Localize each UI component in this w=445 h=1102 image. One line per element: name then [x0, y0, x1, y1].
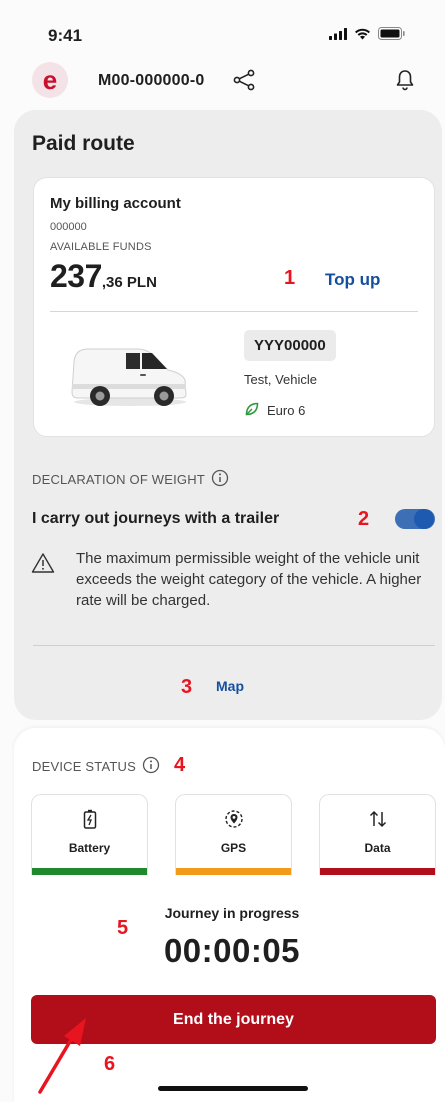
paid-route-card: Paid route My billing account 000000 AVA…: [14, 110, 442, 720]
page-title: Paid route: [32, 132, 135, 155]
billing-account-card: My billing account 000000 AVAILABLE FUND…: [33, 177, 435, 437]
info-icon[interactable]: [142, 756, 160, 777]
home-indicator[interactable]: [158, 1086, 308, 1091]
billing-title: My billing account: [50, 195, 181, 212]
emission-label: Euro 6: [267, 403, 306, 418]
data-status-bar: [320, 868, 435, 875]
annotation-2: 2: [358, 508, 370, 530]
battery-icon: [378, 27, 405, 45]
toggle-knob: [414, 509, 434, 529]
phone-screen: 9:41 e M00-000000-0 Paid route My billin…: [0, 0, 445, 1102]
annotation-1: 1: [284, 267, 296, 289]
billing-number: 000000: [50, 221, 87, 233]
gps-status-tile[interactable]: GPS: [175, 794, 292, 875]
info-icon[interactable]: [211, 469, 229, 490]
battery-label: Battery: [68, 841, 111, 855]
logo-glyph: e: [42, 65, 58, 95]
top-up-link[interactable]: Top up: [325, 270, 380, 290]
battery-charging-icon: [32, 809, 147, 829]
device-status-label: DEVICE STATUS: [32, 756, 160, 777]
data-transfer-icon: [320, 809, 435, 829]
signal-icon: [329, 27, 347, 45]
bell-icon[interactable]: [395, 69, 415, 96]
vehicle-name: Test, Vehicle: [244, 372, 317, 387]
app-header: e M00-000000-0: [0, 58, 445, 110]
available-funds: 237,36 PLN: [50, 258, 157, 295]
journey-timer: 00:00:05: [163, 932, 301, 969]
gps-icon: [176, 809, 291, 829]
status-bar: 9:41: [0, 0, 445, 58]
funds-whole: 237: [50, 258, 102, 294]
map-link[interactable]: Map: [216, 678, 244, 694]
annotation-5: 5: [117, 917, 129, 939]
gps-status-bar: [176, 868, 291, 875]
app-logo[interactable]: e: [32, 62, 68, 98]
share-icon[interactable]: [232, 69, 256, 96]
leaf-icon: [244, 401, 260, 420]
emission-class: Euro 6: [244, 401, 305, 420]
funds-label: AVAILABLE FUNDS: [50, 241, 152, 253]
data-label: Data: [364, 841, 391, 855]
trailer-toggle[interactable]: [395, 509, 435, 529]
battery-status-bar: [32, 868, 147, 875]
weight-warning: The maximum permissible weight of the ve…: [76, 550, 422, 609]
funds-rest: ,36 PLN: [101, 274, 157, 291]
declaration-label: DECLARATION OF WEIGHT: [32, 469, 229, 490]
trailer-label: I carry out journeys with a trailer: [32, 510, 280, 527]
annotation-4: 4: [174, 754, 186, 776]
battery-status-tile[interactable]: Battery: [31, 794, 148, 875]
divider: [50, 311, 418, 312]
annotation-arrow-icon: [36, 1016, 96, 1099]
data-status-tile[interactable]: Data: [319, 794, 436, 875]
annotation-6: 6: [104, 1053, 116, 1075]
license-plate: YYY00000: [244, 330, 336, 361]
wifi-icon: [354, 27, 371, 45]
gps-label: GPS: [220, 841, 247, 855]
annotation-3: 3: [181, 676, 193, 698]
status-time: 9:41: [48, 26, 83, 45]
warning-icon: [31, 552, 55, 579]
divider: [33, 645, 435, 646]
van-image: [68, 340, 192, 413]
device-id: M00-000000-0: [98, 72, 205, 89]
journey-status: Journey in progress: [164, 905, 300, 921]
